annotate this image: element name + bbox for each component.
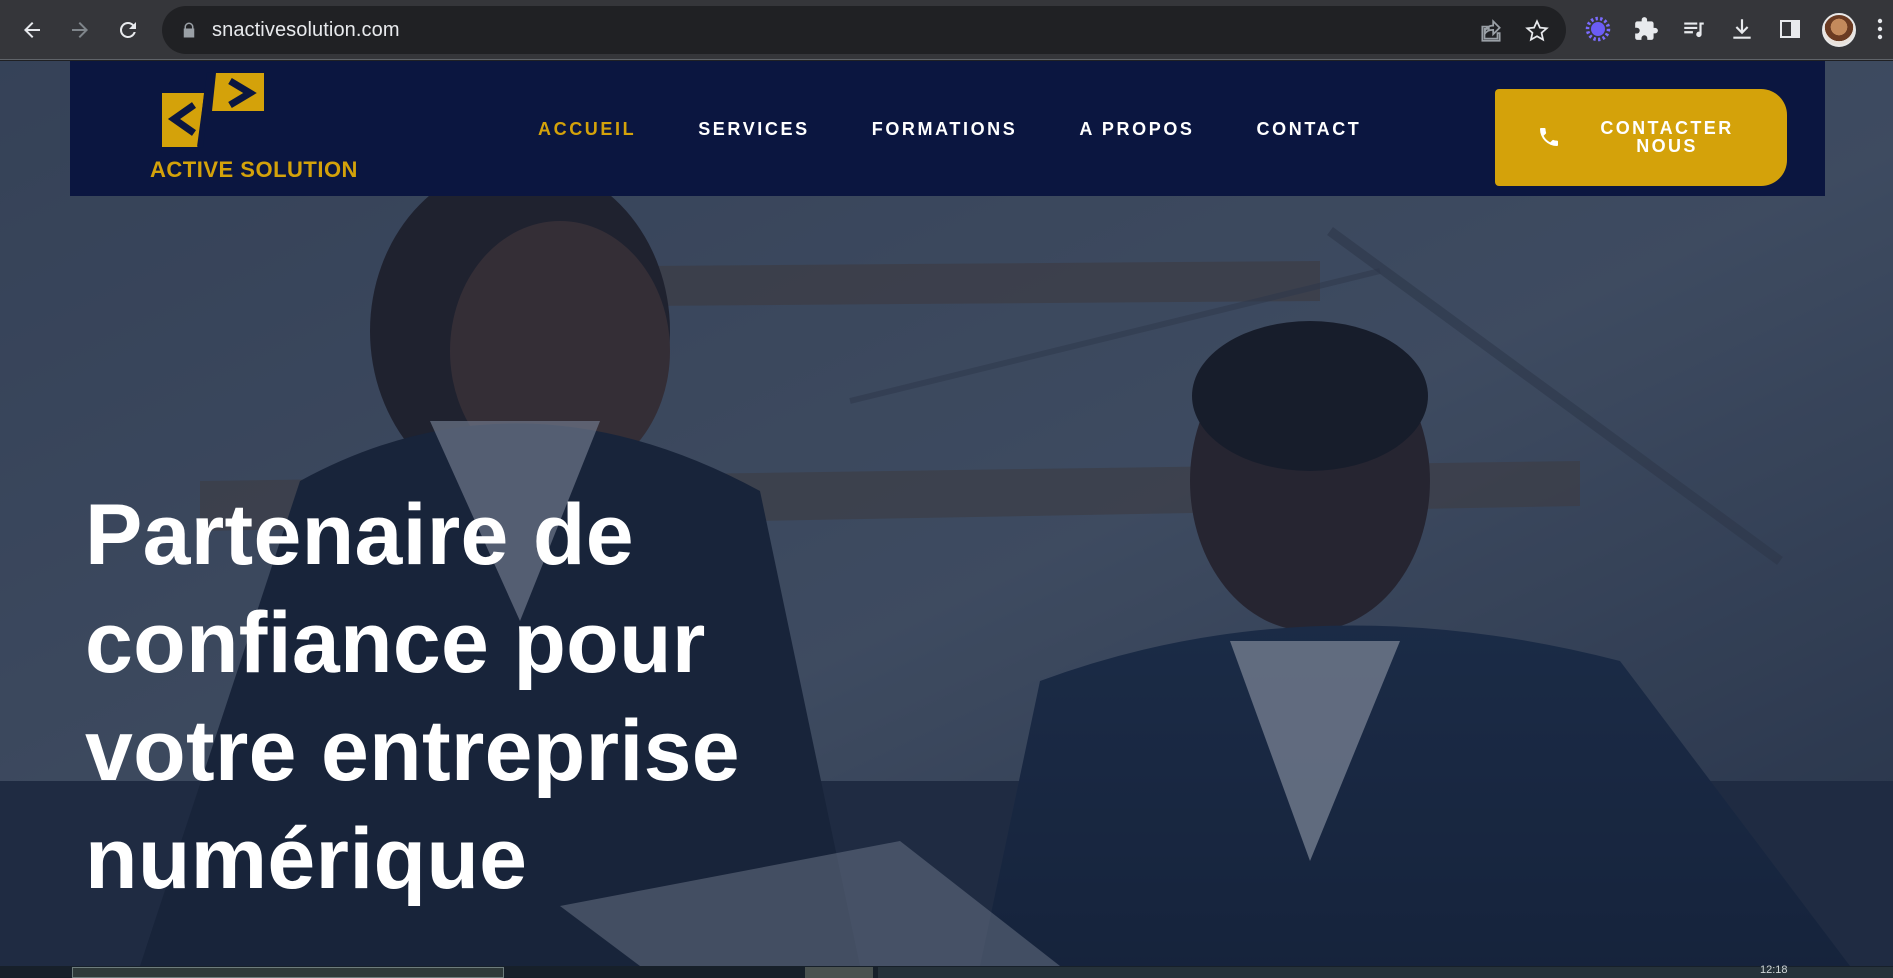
code-brackets-icon bbox=[162, 72, 264, 148]
extension-gear-icon[interactable] bbox=[1584, 15, 1612, 43]
reload-button[interactable] bbox=[108, 10, 148, 50]
logo-text: ACTIVE SOLUTION bbox=[150, 157, 358, 182]
nav-formations[interactable]: FORMATIONS bbox=[872, 119, 1018, 140]
nav-contact[interactable]: CONTACT bbox=[1257, 119, 1362, 140]
star-icon[interactable] bbox=[1524, 18, 1550, 44]
url-text: snactivesolution.com bbox=[212, 19, 400, 41]
share-icon[interactable] bbox=[1478, 18, 1504, 44]
logo[interactable]: ACTIVE SOLUTION bbox=[110, 67, 357, 187]
hero-title: Partenaire de confiance pour votre entre… bbox=[85, 481, 845, 913]
nav-services[interactable]: SERVICES bbox=[698, 119, 810, 140]
contact-us-label: CONTACTER NOUS bbox=[1577, 119, 1757, 155]
web-page: ACTIVE SOLUTION ACCUEIL SERVICES FORMATI… bbox=[0, 61, 1893, 978]
hero-title-line: votre entreprise bbox=[85, 703, 740, 799]
time-label: 12:18 bbox=[1760, 964, 1788, 976]
reload-icon bbox=[119, 21, 136, 38]
section-thumbnail bbox=[878, 967, 1893, 978]
cta-line-1: CONTACTER bbox=[1600, 118, 1734, 138]
media-queue-icon[interactable] bbox=[1680, 15, 1708, 43]
site-header: ACTIVE SOLUTION ACCUEIL SERVICES FORMATI… bbox=[70, 61, 1825, 196]
nav-accueil[interactable]: ACCUEIL bbox=[538, 119, 636, 140]
forward-button[interactable] bbox=[60, 10, 100, 50]
cta-line-2: NOUS bbox=[1636, 136, 1698, 156]
hero-title-line: numérique bbox=[85, 811, 528, 907]
hero-title-line: confiance pour bbox=[85, 595, 706, 691]
browser-toolbar: snactivesolution.com bbox=[0, 0, 1893, 60]
profile-avatar[interactable] bbox=[1822, 13, 1856, 47]
arrow-right-icon bbox=[72, 22, 88, 38]
nav-a-propos[interactable]: A PROPOS bbox=[1079, 119, 1194, 140]
phone-icon bbox=[1540, 128, 1558, 146]
section-thumbnail bbox=[72, 967, 504, 978]
section-thumbnail bbox=[805, 967, 873, 978]
contact-us-button[interactable]: CONTACTER NOUS bbox=[1495, 89, 1787, 186]
main-navigation: ACCUEIL SERVICES FORMATIONS A PROPOS CON… bbox=[538, 119, 1361, 140]
arrow-left-icon bbox=[24, 22, 40, 38]
download-icon[interactable] bbox=[1728, 15, 1756, 43]
hero-title-line: Partenaire de bbox=[85, 487, 634, 583]
side-panel-icon[interactable] bbox=[1776, 15, 1804, 43]
menu-kebab-icon[interactable] bbox=[1872, 15, 1888, 43]
lock-icon bbox=[183, 22, 195, 38]
back-button[interactable] bbox=[12, 10, 52, 50]
address-bar[interactable]: snactivesolution.com bbox=[162, 6, 1566, 54]
puzzle-icon[interactable] bbox=[1632, 15, 1660, 43]
